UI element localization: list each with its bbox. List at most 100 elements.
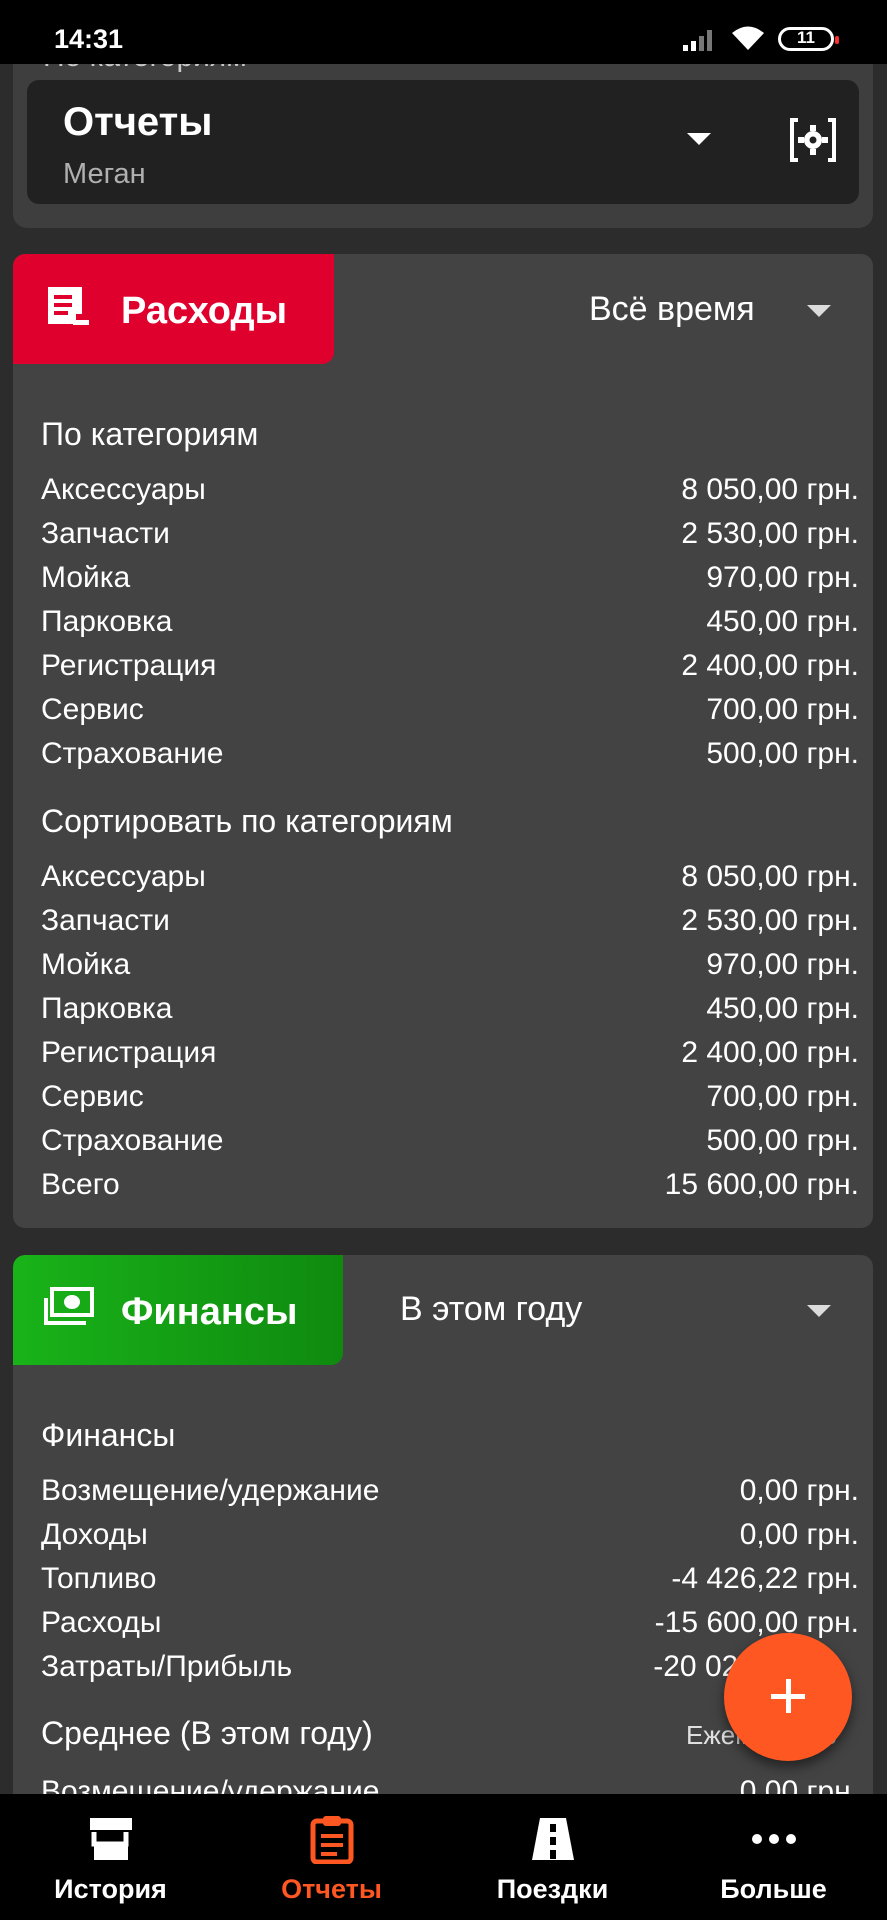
status-bar: 14:31 11	[0, 0, 887, 64]
battery-icon: 11	[778, 27, 839, 51]
table-row: Возмещение/удержание 0,00 грн.	[41, 1474, 859, 1518]
nav-label: История	[54, 1874, 167, 1904]
expenses-period-select[interactable]: Всё время	[589, 290, 755, 329]
table-row: Расходы -15 600,00 грн.	[41, 1606, 859, 1650]
finance-header: Финансы	[13, 1255, 343, 1365]
signal-icon	[683, 30, 712, 51]
row-label: Парковка	[41, 992, 173, 1025]
row-label: Запчасти	[41, 517, 170, 550]
row-value: 0,00 грн.	[739, 1474, 859, 1507]
table-row: Регистрация 2 400,00 грн.	[41, 649, 859, 693]
expenses-header: Расходы	[13, 254, 334, 364]
section-title: Среднее (В этом году)	[41, 1715, 373, 1751]
nav-history[interactable]: История	[0, 1794, 221, 1920]
row-value: 2 400,00 грн.	[681, 649, 859, 682]
expenses-period-arrow-icon[interactable]	[807, 305, 831, 317]
finance-period-select[interactable]: В этом году	[400, 1290, 582, 1329]
table-row: Страхование 500,00 грн.	[41, 1124, 859, 1168]
nav-reports[interactable]: Отчеты	[221, 1794, 442, 1920]
row-value: 2 530,00 грн.	[681, 904, 859, 937]
row-value: 500,00 грн.	[706, 737, 859, 770]
finance-period-arrow-icon[interactable]	[807, 1305, 831, 1317]
road-icon	[531, 1818, 574, 1860]
table-row: Доходы 0,00 грн.	[41, 1518, 859, 1562]
row-label: Сервис	[41, 1080, 144, 1113]
row-label: Страхование	[41, 1124, 224, 1157]
row-label: Запчасти	[41, 904, 170, 937]
row-value: -15 600,00 грн.	[654, 1606, 859, 1639]
row-value: 2 400,00 грн.	[681, 1036, 859, 1069]
row-label: Регистрация	[41, 649, 217, 682]
receipt-icon	[48, 287, 89, 325]
table-row: Запчасти 2 530,00 грн.	[41, 517, 859, 561]
row-value: 2 530,00 грн.	[681, 517, 859, 550]
row-value: 450,00 грн.	[706, 605, 859, 638]
row-label: Расходы	[41, 1606, 162, 1639]
row-value: 450,00 грн.	[706, 992, 859, 1025]
add-button[interactable]	[724, 1633, 852, 1761]
settings-bracket-icon[interactable]	[789, 116, 837, 164]
row-label: Возмещение/удержание	[41, 1474, 380, 1507]
row-label: Затраты/Прибыль	[41, 1650, 293, 1683]
table-row: Сервис 700,00 грн.	[41, 693, 859, 737]
table-row: Мойка 970,00 грн.	[41, 561, 859, 605]
table-row: Топливо -4 426,22 грн.	[41, 1562, 859, 1606]
row-value: 970,00 грн.	[706, 561, 859, 594]
section-title: По категориям	[41, 416, 259, 452]
total-row: Всего 15 600,00 грн.	[41, 1168, 859, 1212]
section-title: Сортировать по категориям	[41, 803, 453, 839]
battery-level: 11	[797, 28, 815, 47]
expenses-title: Расходы	[121, 290, 288, 332]
row-label: Мойка	[41, 561, 131, 594]
nav-trips[interactable]: Поездки	[442, 1794, 663, 1920]
row-label: Топливо	[41, 1562, 157, 1595]
row-label: Парковка	[41, 605, 173, 638]
clipboard-icon	[310, 1816, 353, 1864]
row-label: Всего	[41, 1168, 120, 1201]
finance-title: Финансы	[121, 1291, 298, 1333]
nav-more[interactable]: Больше	[663, 1794, 884, 1920]
table-row: Мойка 970,00 грн.	[41, 948, 859, 992]
expenses-card: Расходы Всё время По категориям Аксессуа…	[13, 254, 873, 1228]
table-row: Парковка 450,00 грн.	[41, 992, 859, 1036]
row-value: 0,00 грн.	[739, 1518, 859, 1551]
row-value: 8 050,00 грн.	[681, 860, 859, 893]
table-row: Регистрация 2 400,00 грн.	[41, 1036, 859, 1080]
status-time: 14:31	[54, 24, 124, 54]
bottom-nav: История Отчеты Поездки Больше	[0, 1794, 887, 1920]
row-value: -4 426,22 грн.	[671, 1562, 859, 1595]
table-row: Сервис 700,00 грн.	[41, 1080, 859, 1124]
peek-section-title: По категориям	[43, 64, 247, 74]
row-label: Мойка	[41, 948, 131, 981]
dropdown-arrow-icon[interactable]	[687, 133, 711, 145]
row-label: Аксессуары	[41, 473, 206, 506]
row-label: Аксессуары	[41, 860, 206, 893]
nav-label: Больше	[720, 1874, 827, 1904]
nav-label: Поездки	[496, 1874, 609, 1904]
table-row: Аксессуары 8 050,00 грн.	[41, 473, 859, 517]
row-label: Регистрация	[41, 1036, 217, 1069]
table-row: Парковка 450,00 грн.	[41, 605, 859, 649]
row-value: 970,00 грн.	[706, 948, 859, 981]
row-value: 8 050,00 грн.	[681, 473, 859, 506]
history-icon	[89, 1818, 132, 1860]
page-title: Отчеты	[63, 100, 213, 144]
row-value: 15 600,00 грн.	[664, 1168, 859, 1201]
table-row: Запчасти 2 530,00 грн.	[41, 904, 859, 948]
row-label: Страхование	[41, 737, 224, 770]
row-value: 700,00 грн.	[706, 693, 859, 726]
row-value: 500,00 грн.	[706, 1124, 859, 1157]
more-icon	[751, 1834, 796, 1844]
vehicle-card: По категориям Отчеты Меган	[13, 64, 873, 228]
vehicle-name: Меган	[63, 158, 146, 190]
row-label: Сервис	[41, 693, 144, 726]
row-label: Доходы	[41, 1518, 148, 1551]
table-row: Страхование 500,00 грн.	[41, 737, 859, 781]
section-title: Финансы	[41, 1417, 176, 1453]
nav-label: Отчеты	[281, 1874, 382, 1904]
money-icon	[44, 1287, 94, 1325]
row-value: 700,00 грн.	[706, 1080, 859, 1113]
table-row: Аксессуары 8 050,00 грн.	[41, 860, 859, 904]
vehicle-selector[interactable]: Отчеты Меган	[27, 80, 859, 204]
wifi-icon	[732, 26, 764, 50]
